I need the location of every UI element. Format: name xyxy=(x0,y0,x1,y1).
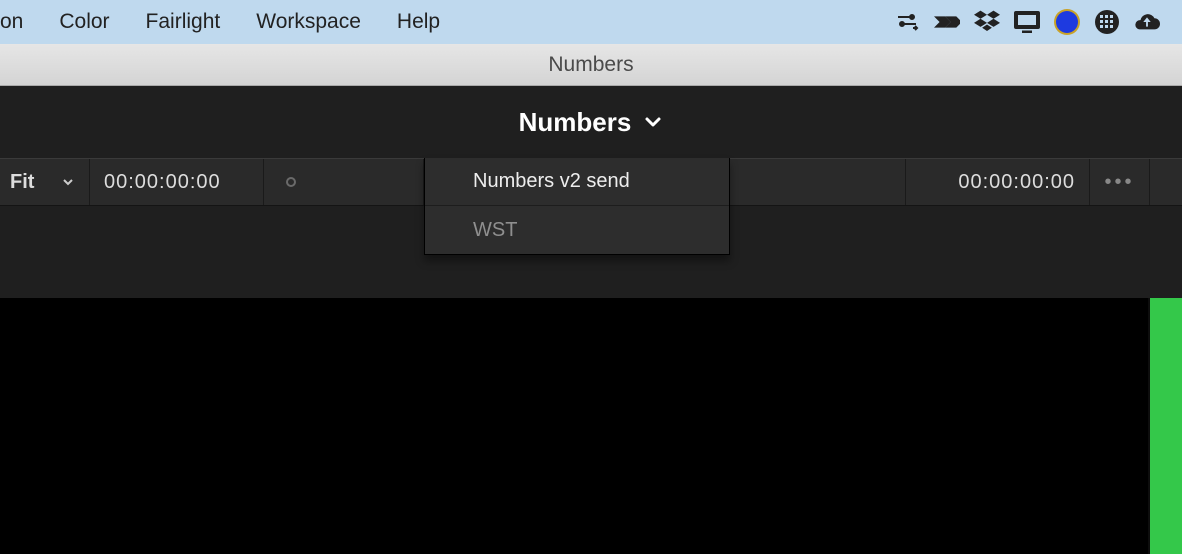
chevron-down-icon xyxy=(61,175,75,189)
record-indicator-cell[interactable] xyxy=(264,159,424,205)
viewer-canvas[interactable] xyxy=(0,298,1182,554)
mac-menubar: on Color Fairlight Workspace Help xyxy=(0,0,1182,44)
adjacent-panel-edge xyxy=(1148,298,1182,554)
zoom-fit-label: Fit xyxy=(10,171,34,194)
timeline-dropdown: Numbers v2 send WST xyxy=(424,158,730,255)
mac-menu-left: on Color Fairlight Workspace Help xyxy=(0,0,458,44)
mac-menu-status-icons xyxy=(894,9,1176,35)
app-content: Numbers Fit 00:00:00:00 00:00:00:00 ••• xyxy=(0,86,1182,554)
grid-circle-icon[interactable] xyxy=(1094,9,1120,35)
mac-menu-item[interactable]: on xyxy=(0,0,41,44)
timeline-dropdown-item-label: Numbers v2 send xyxy=(473,170,630,193)
arrow-swoosh-icon[interactable] xyxy=(934,9,960,35)
timeline-dropdown-item[interactable]: WST xyxy=(425,206,729,254)
mac-menu-item[interactable]: Workspace xyxy=(238,0,379,44)
cloud-upload-icon[interactable] xyxy=(1134,9,1160,35)
mac-menu-item[interactable]: Color xyxy=(41,0,127,44)
sliders-icon[interactable] xyxy=(894,9,920,35)
mac-menu-item[interactable]: Fairlight xyxy=(128,0,239,44)
toolbar-end xyxy=(1150,159,1182,205)
mac-menu-item[interactable]: Help xyxy=(379,0,458,44)
timecode-left[interactable]: 00:00:00:00 xyxy=(90,159,264,205)
status-circle-icon[interactable] xyxy=(1054,9,1080,35)
record-circle-icon xyxy=(286,177,296,187)
window-title: Numbers xyxy=(548,53,633,77)
display-icon[interactable] xyxy=(1014,9,1040,35)
timeline-dropdown-item[interactable]: Numbers v2 send xyxy=(425,158,729,206)
dropbox-icon[interactable] xyxy=(974,9,1000,35)
timecode-right[interactable]: 00:00:00:00 xyxy=(906,159,1090,205)
timeline-dropdown-item-label: WST xyxy=(473,219,517,242)
chevron-down-icon xyxy=(643,112,663,132)
timeline-title: Numbers xyxy=(519,107,632,138)
timecode-right-value: 00:00:00:00 xyxy=(958,171,1075,194)
zoom-fit-dropdown[interactable]: Fit xyxy=(0,159,90,205)
viewer-options-button[interactable]: ••• xyxy=(1090,159,1150,205)
timeline-selector[interactable]: Numbers xyxy=(0,86,1182,158)
timecode-left-value: 00:00:00:00 xyxy=(104,171,221,194)
more-dots-icon: ••• xyxy=(1104,171,1134,194)
window-titlebar: Numbers xyxy=(0,44,1182,86)
